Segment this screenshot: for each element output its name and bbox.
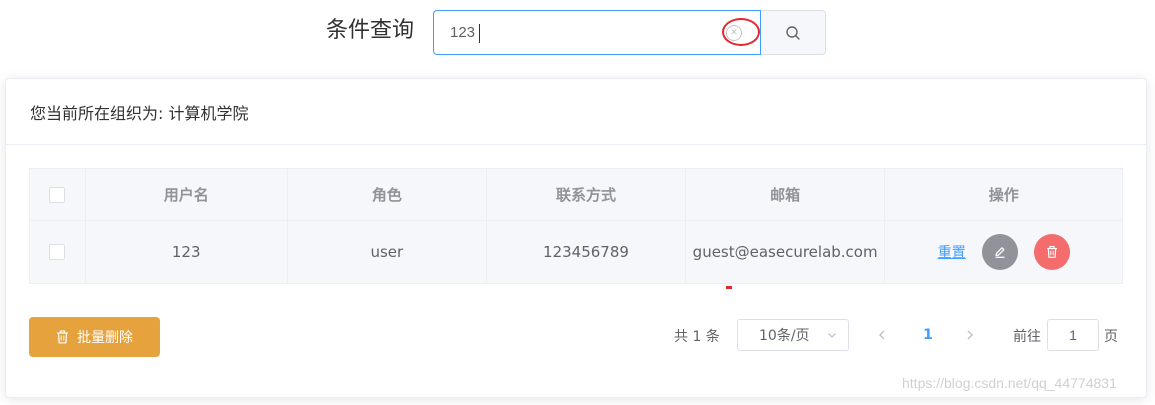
cell-phone: 123456789 bbox=[487, 221, 686, 283]
column-header-role: 角色 bbox=[288, 169, 488, 220]
batch-delete-label: 批量删除 bbox=[77, 330, 133, 346]
header-select-cell bbox=[30, 169, 86, 220]
table-header-row: 用户名 角色 联系方式 邮箱 操作 bbox=[30, 169, 1122, 221]
page-size-select[interactable]: 10条/页 bbox=[737, 319, 849, 351]
text-cursor bbox=[479, 24, 480, 43]
column-header-actions: 操作 bbox=[988, 186, 1019, 204]
pagination-total: 共 1 条 bbox=[674, 329, 720, 345]
goto-page-input[interactable] bbox=[1047, 319, 1099, 351]
prev-page-button[interactable] bbox=[870, 321, 894, 349]
goto-suffix: 页 bbox=[1104, 329, 1118, 345]
cell-email: guest@easecurelab.com bbox=[686, 221, 886, 283]
cell-role: user bbox=[288, 221, 488, 283]
reset-password-link[interactable]: 重置 bbox=[938, 242, 966, 262]
chevron-left-icon bbox=[878, 330, 885, 340]
column-header-username: 用户名 bbox=[86, 169, 288, 220]
column-header-email: 邮箱 bbox=[686, 169, 886, 220]
next-page-button[interactable] bbox=[958, 321, 982, 349]
red-mark-annotation bbox=[726, 286, 732, 289]
trash-icon bbox=[56, 330, 69, 344]
search-group: ✕ bbox=[433, 10, 826, 55]
circle-x-icon[interactable]: ✕ bbox=[726, 25, 742, 41]
select-all-checkbox[interactable] bbox=[49, 186, 66, 203]
row-checkbox[interactable] bbox=[49, 244, 66, 260]
search-icon bbox=[786, 25, 800, 40]
delete-button[interactable] bbox=[1033, 234, 1070, 270]
batch-delete-button[interactable]: 批量删除 bbox=[29, 317, 160, 357]
chevron-right-icon bbox=[967, 330, 974, 340]
card-header: 您当前所在组织为: 计算机学院 bbox=[6, 79, 1146, 145]
table-row: 123 user 123456789 guest@easecurelab.com… bbox=[30, 221, 1122, 283]
edit-button[interactable] bbox=[981, 234, 1018, 270]
page-size-value: 10条/页 bbox=[759, 328, 810, 344]
search-button[interactable] bbox=[761, 10, 826, 55]
row-select-cell bbox=[30, 221, 86, 283]
watermark: https://blog.csdn.net/qq_44774831 bbox=[902, 375, 1117, 391]
cell-username: 123 bbox=[86, 221, 288, 283]
user-table: 用户名 角色 联系方式 邮箱 操作 123 user 123456789 gue… bbox=[29, 168, 1123, 284]
page-number-current[interactable]: 1 bbox=[914, 321, 942, 349]
pencil-icon bbox=[995, 247, 1005, 258]
search-label: 条件查询 bbox=[326, 18, 415, 43]
content-card: 您当前所在组织为: 计算机学院 用户名 角色 联系方式 邮箱 操作 123 us… bbox=[5, 78, 1147, 398]
chevron-down-icon bbox=[826, 329, 838, 345]
column-header-phone: 联系方式 bbox=[487, 169, 686, 220]
goto-prefix: 前往 bbox=[1013, 329, 1041, 345]
search-input-wrap: ✕ bbox=[433, 10, 761, 55]
trash-icon bbox=[1046, 245, 1057, 258]
cell-actions: 重置 bbox=[885, 221, 1122, 283]
search-input[interactable] bbox=[434, 11, 760, 54]
